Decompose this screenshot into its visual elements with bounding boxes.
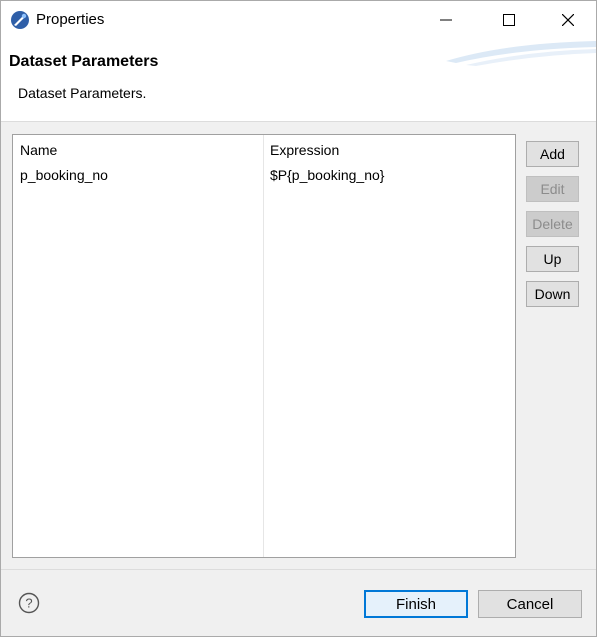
cancel-button[interactable]: Cancel xyxy=(478,590,582,618)
properties-dialog: Properties Dataset Parameters Dataset Pa… xyxy=(0,0,597,637)
parameters-table[interactable]: Name Expression p_booking_no $P{p_bookin… xyxy=(12,134,516,558)
page-description: Dataset Parameters. xyxy=(18,85,147,101)
minimize-button[interactable] xyxy=(423,1,469,39)
svg-text:?: ? xyxy=(25,596,32,611)
column-header-expression[interactable]: Expression xyxy=(270,142,339,158)
down-button[interactable]: Down xyxy=(526,281,579,307)
close-button[interactable] xyxy=(545,1,591,39)
close-icon xyxy=(562,14,574,26)
header-banner-graphic xyxy=(446,41,596,66)
title-bar[interactable]: Properties xyxy=(1,1,596,39)
delete-button[interactable]: Delete xyxy=(526,211,579,237)
minimize-icon xyxy=(440,19,452,21)
window-title: Properties xyxy=(36,11,105,28)
maximize-button[interactable] xyxy=(486,1,532,39)
finish-button[interactable]: Finish xyxy=(364,590,468,618)
name-column xyxy=(13,135,264,557)
page-title: Dataset Parameters xyxy=(9,53,159,70)
up-button[interactable]: Up xyxy=(526,246,579,272)
column-header-name[interactable]: Name xyxy=(20,142,57,158)
eclipse-app-icon xyxy=(11,11,29,29)
table-cell-name[interactable]: p_booking_no xyxy=(20,167,108,183)
table-cell-expression[interactable]: $P{p_booking_no} xyxy=(270,167,384,183)
footer-divider xyxy=(1,569,596,570)
edit-button[interactable]: Edit xyxy=(526,176,579,202)
wizard-header: Dataset Parameters Dataset Parameters. xyxy=(1,39,596,122)
help-icon[interactable]: ? xyxy=(18,592,40,614)
maximize-icon xyxy=(503,14,515,26)
add-button[interactable]: Add xyxy=(526,141,579,167)
